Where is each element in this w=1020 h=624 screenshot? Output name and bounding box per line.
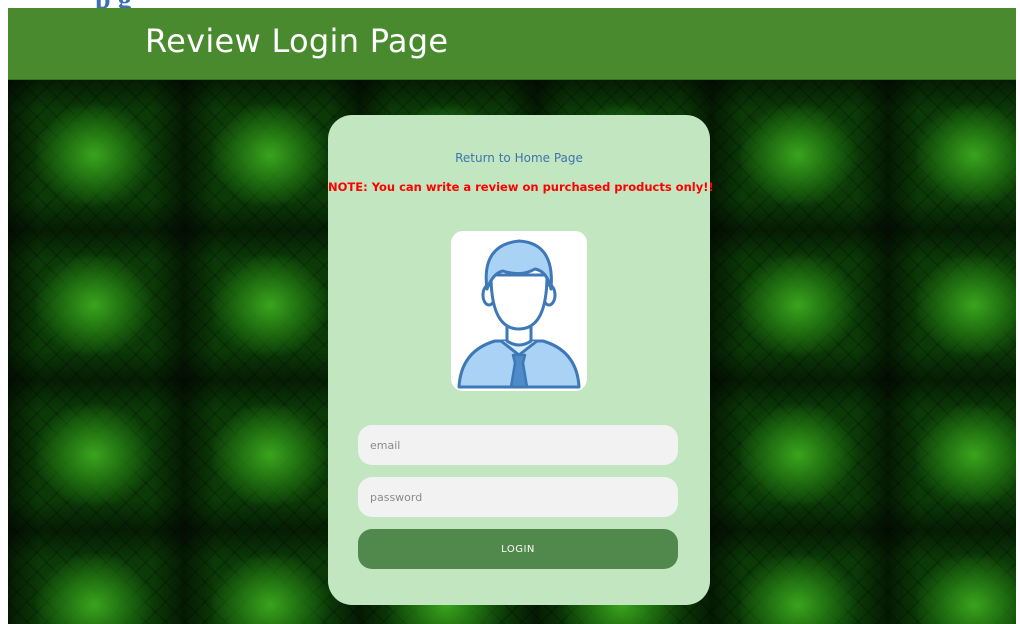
return-home-link[interactable]: Return to Home Page [328,151,710,165]
browser-viewport: Review Login Page Return to Home Page NO… [8,8,1016,624]
screenshot-frame: p g Review Login Page Return to Home Pag… [0,0,1020,624]
email-field[interactable] [358,425,678,465]
page-title: Review Login Page [145,22,449,60]
header-bar: Review Login Page [8,8,1016,80]
user-avatar-icon [451,231,587,391]
login-button[interactable]: LOGIN [358,529,678,569]
purchase-note: NOTE: You can write a review on purchase… [328,180,714,194]
login-card: Return to Home Page NOTE: You can write … [328,115,714,605]
password-field[interactable] [358,477,678,517]
